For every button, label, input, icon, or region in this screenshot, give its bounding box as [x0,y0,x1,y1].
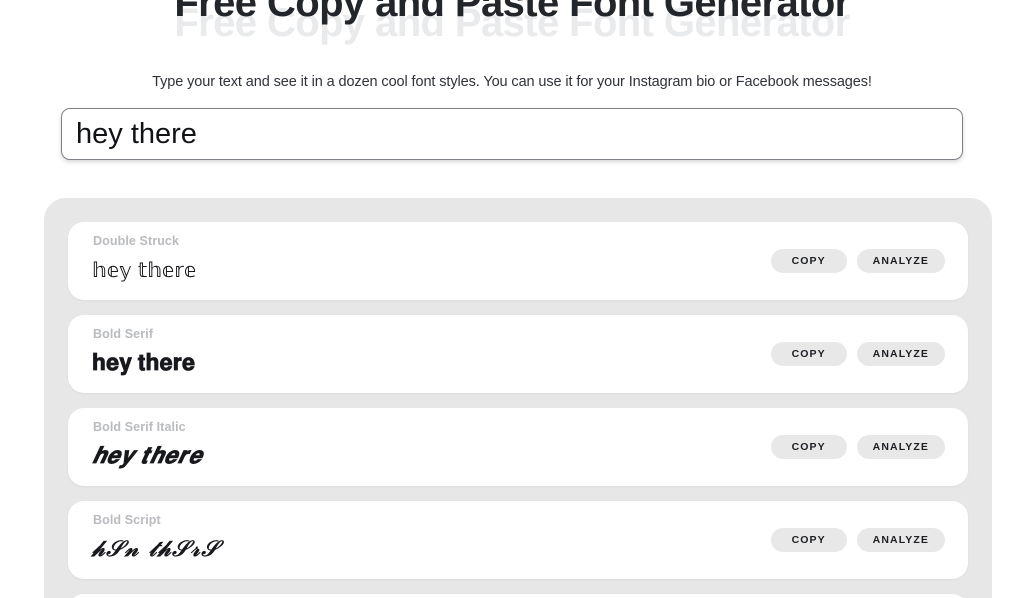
card-actions: COPY ANALYZE [770,249,945,273]
font-sample-text[interactable]: 𝒽𝒮𝓃 𝓉𝒽𝒮𝓇𝒮 [92,534,220,564]
copy-button[interactable]: COPY [770,249,847,273]
result-card [68,594,968,598]
page-title: Free Copy and Paste Font Generator [174,0,850,25]
font-sample-text[interactable]: 𝕙𝕖𝕪 𝕥𝕙𝕖𝕣𝕖 [92,255,196,285]
font-generator-page: Free Copy and Paste Font Generator Free … [0,0,1024,598]
text-input-row [61,108,963,160]
font-sample-text[interactable]: 𝒉𝒆𝒚 𝒕𝒉𝒆𝒓𝒆 [92,441,202,471]
analyze-button[interactable]: ANALYZE [856,528,945,552]
analyze-button[interactable]: ANALYZE [856,342,945,366]
result-card: Double Struck 𝕙𝕖𝕪 𝕥𝕙𝕖𝕣𝕖 COPY ANALYZE [68,222,968,300]
result-card: Bold Script 𝒽𝒮𝓃 𝓉𝒽𝒮𝓇𝒮 COPY ANALYZE [68,501,968,579]
copy-button[interactable]: COPY [770,528,847,552]
text-input[interactable] [61,108,963,160]
result-card: Bold Serif Italic 𝒉𝒆𝒚 𝒕𝒉𝒆𝒓𝒆 COPY ANALYZE [68,408,968,486]
font-sample-text[interactable]: 𝐡𝐞𝐲 𝐭𝐡𝐞𝐫𝐞 [92,348,195,378]
copy-button[interactable]: COPY [770,435,847,459]
card-actions: COPY ANALYZE [770,528,945,552]
result-card: Bold Serif 𝐡𝐞𝐲 𝐭𝐡𝐞𝐫𝐞 COPY ANALYZE [68,315,968,393]
font-style-label: Double Struck [93,234,180,248]
card-actions: COPY ANALYZE [770,342,945,366]
font-style-label: Bold Serif [93,327,154,341]
page-header: Free Copy and Paste Font Generator Free … [0,0,1024,90]
page-subtitle: Type your text and see it in a dozen coo… [152,74,872,90]
font-style-label: Bold Serif Italic [93,420,186,434]
results-container: Double Struck 𝕙𝕖𝕪 𝕥𝕙𝕖𝕣𝕖 COPY ANALYZE Bol… [44,198,992,598]
card-actions: COPY ANALYZE [770,435,945,459]
analyze-button[interactable]: ANALYZE [856,435,945,459]
analyze-button[interactable]: ANALYZE [856,249,945,273]
copy-button[interactable]: COPY [770,342,847,366]
page-title-container: Free Copy and Paste Font Generator Free … [0,0,1024,46]
font-style-label: Bold Script [93,513,161,527]
